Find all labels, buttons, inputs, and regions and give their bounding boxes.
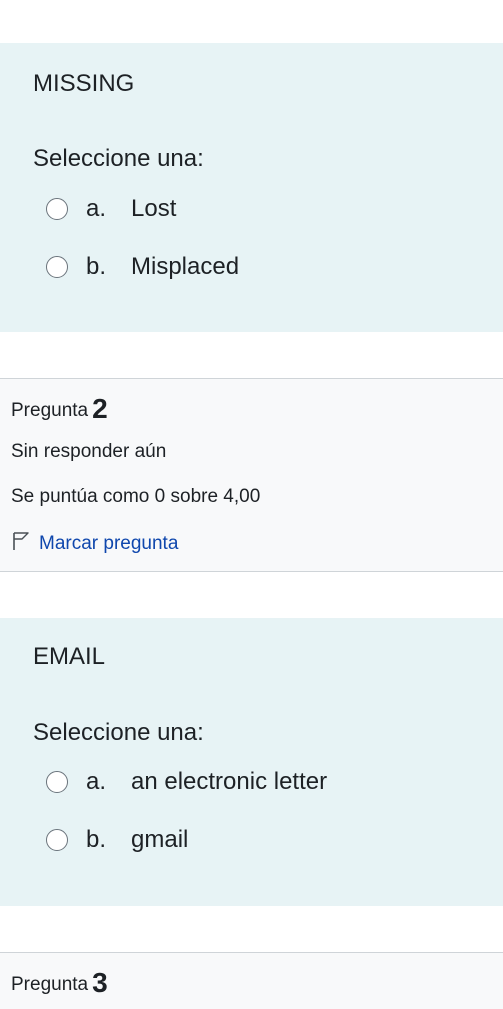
radio-button[interactable] [46, 829, 68, 851]
question-label: Pregunta [11, 400, 89, 421]
question-3-info: Pregunta 3 [0, 952, 503, 1009]
flag-question-link[interactable]: Marcar pregunta [11, 530, 178, 557]
option-letter: b. [86, 826, 107, 853]
radio-button[interactable] [46, 256, 68, 278]
flag-icon [11, 530, 31, 557]
radio-button[interactable] [46, 771, 68, 793]
question-state: Sin responder aún [11, 441, 167, 462]
answer-option-a[interactable]: a. an electronic letter [46, 767, 327, 797]
question-1-content: MISSING Seleccione una: a. Lost b. Mispl… [0, 43, 503, 332]
option-letter: a. [86, 768, 107, 795]
option-label: an electronic letter [131, 768, 328, 795]
question-2-info: Pregunta 2 Sin responder aún Se puntúa co… [0, 378, 503, 572]
radio-button[interactable] [46, 198, 68, 220]
option-label: Misplaced [131, 253, 240, 280]
option-letter: a. [86, 195, 107, 222]
answer-option-a[interactable]: a. Lost [46, 194, 176, 224]
question-number-value: 2 [92, 393, 108, 424]
answer-option-b[interactable]: b. Misplaced [46, 252, 239, 282]
quiz-page: MISSING Seleccione una: a. Lost b. Mispl… [0, 0, 503, 1009]
question-grade: Se puntúa como 0 sobre 4,00 [11, 486, 261, 507]
option-label: gmail [131, 826, 189, 853]
question-number: Pregunta 2 [11, 395, 108, 423]
question-text: EMAIL [33, 643, 106, 670]
flag-question-label[interactable]: Marcar pregunta [39, 532, 178, 556]
question-label: Pregunta [11, 974, 89, 995]
question-text: MISSING [33, 70, 135, 97]
option-letter: b. [86, 253, 107, 280]
option-label: Lost [131, 195, 177, 222]
answer-prompt: Seleccione una: [33, 145, 204, 172]
question-2-content: EMAIL Seleccione una: a. an electronic l… [0, 618, 503, 906]
question-number: Pregunta 3 [11, 969, 108, 997]
answer-option-b[interactable]: b. gmail [46, 825, 188, 855]
answer-prompt: Seleccione una: [33, 719, 204, 746]
question-number-value: 3 [92, 967, 108, 998]
